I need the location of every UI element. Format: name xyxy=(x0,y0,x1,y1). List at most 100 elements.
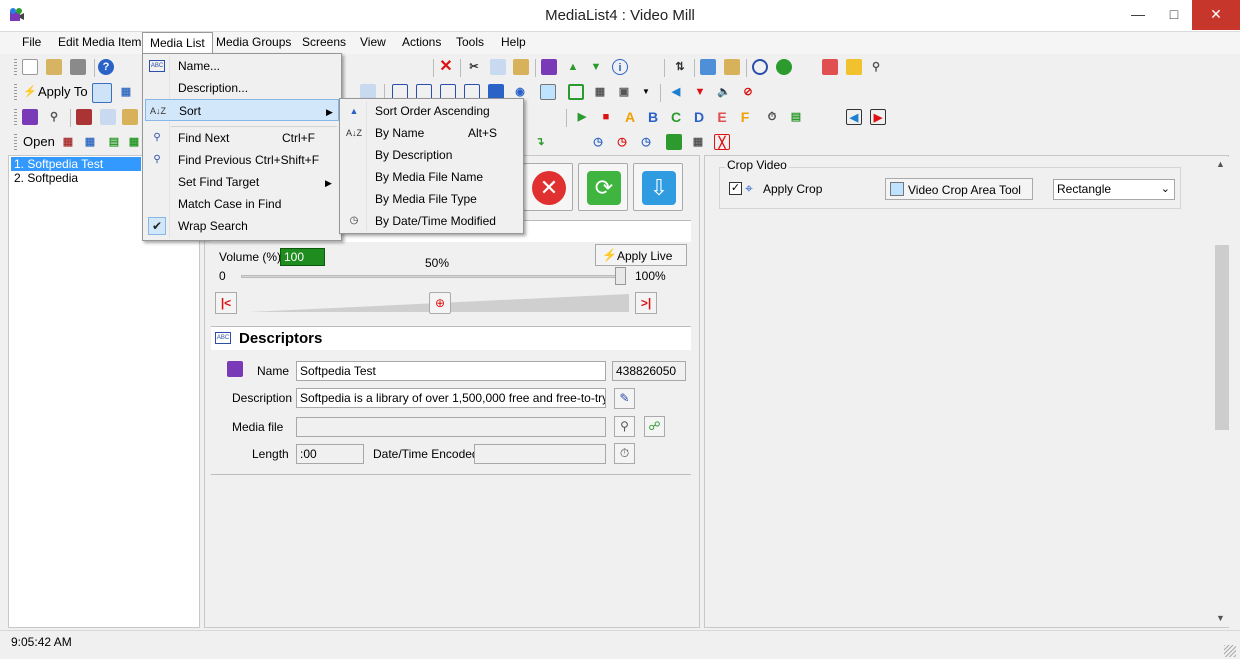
table-red-icon[interactable]: ▦ xyxy=(60,134,76,150)
clock-add-icon[interactable]: ◷ xyxy=(590,134,606,150)
menu-file[interactable]: File xyxy=(18,35,45,49)
menu-item-by-date-modified[interactable]: ◷ By Date/Time Modified xyxy=(342,210,521,232)
resize-grip-icon[interactable] xyxy=(1224,645,1236,657)
toolbar-grip[interactable] xyxy=(14,59,17,76)
close-button[interactable]: ✕ xyxy=(1192,0,1240,30)
toolbar-grip[interactable] xyxy=(14,84,17,101)
layout-icon[interactable] xyxy=(568,84,584,100)
menu-view[interactable]: View xyxy=(356,35,390,49)
edit-description-button[interactable]: ✎ xyxy=(614,388,635,409)
menu-help[interactable]: Help xyxy=(497,35,530,49)
cut-icon[interactable]: ✂ xyxy=(466,59,482,75)
apply-crop-checkbox[interactable]: ✓ xyxy=(729,182,742,195)
volume-slider-thumb[interactable] xyxy=(615,267,626,285)
edit-item-icon[interactable] xyxy=(22,109,38,125)
import-icon[interactable]: ↴ xyxy=(532,134,548,150)
open-label[interactable]: Open xyxy=(23,134,55,149)
menu-item-find-next[interactable]: ⚲ Find Next Ctrl+F xyxy=(145,127,339,149)
toolbar-grip[interactable] xyxy=(14,134,17,151)
clock-remove-icon[interactable]: ◷ xyxy=(614,134,630,150)
delete-icon[interactable]: ✕ xyxy=(438,59,454,75)
scroll-up-arrow[interactable]: ▲ xyxy=(1216,159,1225,169)
red-square-icon[interactable] xyxy=(822,59,838,75)
save-icon[interactable] xyxy=(70,59,86,75)
zoom-icon[interactable]: ⚲ xyxy=(868,59,884,75)
new-icon[interactable] xyxy=(22,59,38,75)
paste-icon[interactable] xyxy=(513,59,529,75)
menu-edit-media-item[interactable]: Edit Media Item xyxy=(54,35,145,49)
speaker-icon[interactable]: 🔈 xyxy=(716,84,732,100)
fade-marker-button[interactable]: ⊕ xyxy=(429,292,451,314)
apply-to-label[interactable]: Apply To xyxy=(38,84,88,99)
table-grid-icon[interactable]: ▤ xyxy=(106,134,122,150)
disable-icon[interactable]: ╳ xyxy=(714,134,730,150)
list-item[interactable]: 2. Softpedia xyxy=(11,171,81,185)
apply-crop-label[interactable]: Apply Crop xyxy=(763,182,822,196)
clock-help-icon[interactable]: ◷ xyxy=(638,134,654,150)
seek-end-button[interactable]: >| xyxy=(635,292,657,314)
sort-list-icon[interactable]: ⇅ xyxy=(672,59,688,75)
menu-item-set-find-target[interactable]: Set Find Target ▶ xyxy=(145,171,339,193)
minimize-button[interactable]: — xyxy=(1120,0,1156,30)
scroll-down-arrow[interactable]: ▼ xyxy=(1216,613,1225,623)
copy-item-icon[interactable] xyxy=(100,109,116,125)
video-crop-area-tool-button[interactable]: Video Crop Area Tool xyxy=(885,178,1033,200)
film-icon[interactable] xyxy=(666,134,682,150)
list-view-icon[interactable] xyxy=(92,83,112,103)
resize-icon[interactable] xyxy=(846,59,862,75)
delete-item-icon[interactable] xyxy=(76,109,92,125)
link-file-button[interactable]: ☍ xyxy=(644,416,665,437)
name-field[interactable]: Softpedia Test xyxy=(296,361,606,381)
counter-icon[interactable]: ▤ xyxy=(788,109,804,125)
back-icon[interactable]: ◀ xyxy=(846,109,862,125)
arrow-up-icon[interactable]: ▲ xyxy=(565,59,581,75)
grid-view-icon[interactable]: ▦ xyxy=(118,84,134,100)
menu-item-name[interactable]: ABC Name... xyxy=(145,55,339,77)
menu-screens[interactable]: Screens xyxy=(298,35,350,49)
paste-item-icon[interactable] xyxy=(122,109,138,125)
apply-live-button[interactable]: ⚡ Apply Live xyxy=(595,244,687,266)
menu-media-list[interactable]: Media List xyxy=(142,32,213,54)
open-folder-icon[interactable] xyxy=(46,59,62,75)
crop-shape-select[interactable]: Rectangle ⌄ xyxy=(1053,179,1175,200)
scroll-thumb[interactable] xyxy=(1215,245,1229,430)
table-blue-icon[interactable]: ▦ xyxy=(82,134,98,150)
find-item-icon[interactable]: ⚲ xyxy=(46,109,62,125)
image-icon[interactable] xyxy=(540,84,556,100)
menu-item-description[interactable]: Description... xyxy=(145,77,339,99)
grid-small-icon[interactable]: ▦ xyxy=(690,134,706,150)
info-icon[interactable]: i xyxy=(612,59,628,75)
menu-tools[interactable]: Tools xyxy=(452,35,488,49)
menu-item-by-description[interactable]: By Description xyxy=(342,144,521,166)
refresh-button[interactable]: ⟳ xyxy=(578,163,628,211)
menu-item-find-previous[interactable]: ⚲ Find Previous Ctrl+Shift+F xyxy=(145,149,339,171)
tree-icon[interactable]: ▦ xyxy=(126,134,142,150)
timer-button[interactable]: ⏱ xyxy=(614,443,635,464)
menu-item-wrap-search[interactable]: ✔ Wrap Search xyxy=(145,215,339,237)
letter-e-icon[interactable]: E xyxy=(714,109,730,125)
volume-slider-track[interactable] xyxy=(241,275,625,278)
copy-icon[interactable] xyxy=(490,59,506,75)
arrow-down-icon[interactable]: ▼ xyxy=(588,59,604,75)
browse-file-button[interactable]: ⚲ xyxy=(614,416,635,437)
menu-item-by-media-file-name[interactable]: By Media File Name xyxy=(342,166,521,188)
refresh-icon[interactable] xyxy=(776,59,792,75)
media-item-icon[interactable] xyxy=(541,59,557,75)
volume-field[interactable]: 100 xyxy=(280,248,325,266)
stop-icon[interactable]: ■ xyxy=(598,109,614,125)
list-item[interactable]: 1. Softpedia Test xyxy=(11,157,141,171)
letter-f-icon[interactable]: F xyxy=(737,109,753,125)
media-file-field[interactable] xyxy=(296,417,606,437)
link-icon[interactable] xyxy=(752,59,768,75)
menu-item-match-case[interactable]: Match Case in Find xyxy=(145,193,339,215)
copy-screen-icon[interactable] xyxy=(700,59,716,75)
help-icon[interactable]: ? xyxy=(98,59,114,75)
menu-media-groups[interactable]: Media Groups xyxy=(212,35,295,49)
audio-left-icon[interactable]: ◀ xyxy=(668,84,684,100)
menu-item-sort-ascending[interactable]: ▲ Sort Order Ascending xyxy=(342,100,521,122)
timer-icon[interactable]: ⏱ xyxy=(764,109,780,125)
play-icon[interactable]: ▶ xyxy=(574,109,590,125)
mute-icon[interactable]: ⊘ xyxy=(740,84,756,100)
letter-b-icon[interactable]: B xyxy=(645,109,661,125)
cancel-button[interactable]: ✕ xyxy=(523,163,573,211)
